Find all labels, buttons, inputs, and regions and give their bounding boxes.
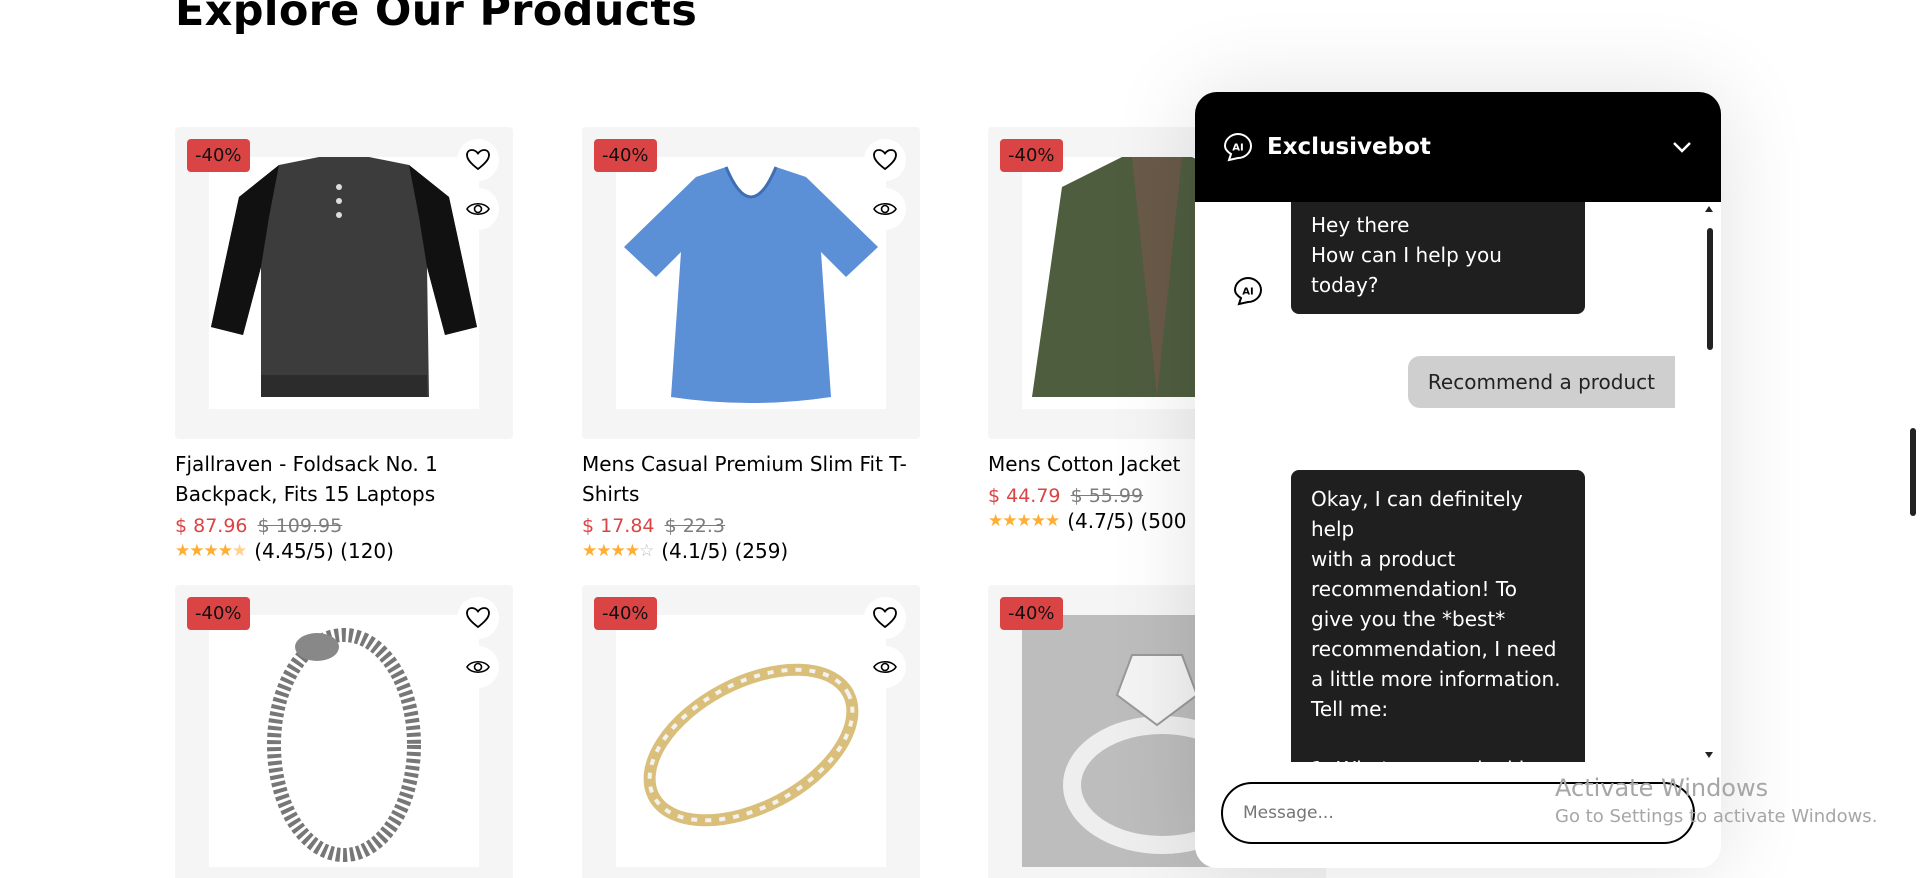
message-line: Tell me: <box>1311 697 1389 721</box>
rating-text: (4.45/5) (120) <box>254 539 394 563</box>
product-old-price: $ 22.3 <box>664 515 726 537</box>
star-rating-icon: ★★★★★ <box>988 511 1060 531</box>
wishlist-heart-icon[interactable] <box>457 597 499 639</box>
product-old-price: $ 55.99 <box>1070 485 1144 507</box>
discount-badge: -40% <box>1000 597 1063 630</box>
chat-scrollbar[interactable] <box>1707 228 1713 350</box>
product-old-price: $ 109.95 <box>257 515 343 537</box>
message-line: recommendation! To <box>1311 577 1517 601</box>
product-name[interactable]: Fjallraven - Foldsack No. 1 Backpack, Fi… <box>175 449 513 509</box>
message-line: Okay, I can definitely help <box>1311 487 1523 541</box>
wishlist-heart-icon[interactable] <box>864 597 906 639</box>
product-card[interactable]: -40% <box>582 585 920 878</box>
rating-text: (4.1/5) (259) <box>661 539 789 563</box>
product-card[interactable]: -40% Mens Casual Premium Slim Fit T-Shir… <box>582 127 920 563</box>
product-card[interactable]: -40% Fjallraven - Foldsack No. 1 Backpac… <box>175 127 513 563</box>
price-line: $ 17.84 $ 22.3 <box>582 515 920 537</box>
bot-message: Okay, I can definitely help with a produ… <box>1291 470 1585 762</box>
rating-line: ★★★★☆ (4.1/5) (259) <box>582 539 920 563</box>
chatbot-panel: AI Exclusivebot Hey there How can I help… <box>1195 92 1721 868</box>
bot-message: Hey there How can I help you today? <box>1291 202 1585 314</box>
watermark-line: Go to Settings to activate Windows. <box>1555 806 1878 827</box>
message-line: give you the *best* <box>1311 607 1506 631</box>
ai-bot-icon: AI <box>1223 132 1253 162</box>
windows-activation-watermark: Activate Windows Go to Settings to activ… <box>1555 774 1877 827</box>
section-title: Explore Our Products <box>175 0 698 36</box>
rating-text: (4.7/5) (500 <box>1067 509 1187 533</box>
product-price: $ 17.84 <box>582 515 655 537</box>
product-price: $ 44.79 <box>988 485 1061 507</box>
wishlist-heart-icon[interactable] <box>864 139 906 181</box>
message-line: recommendation, I need <box>1311 637 1557 661</box>
chat-header[interactable]: AI Exclusivebot <box>1195 92 1721 202</box>
product-image <box>616 615 886 867</box>
quick-view-eye-icon[interactable] <box>457 646 499 688</box>
product-image-box[interactable]: -40% <box>175 585 513 878</box>
product-image <box>616 157 886 409</box>
message-line <box>1311 724 1565 754</box>
discount-badge: -40% <box>187 597 250 630</box>
discount-badge: -40% <box>594 597 657 630</box>
svg-text:AI: AI <box>1242 287 1253 298</box>
chat-messages[interactable]: Hey there How can I help you today? AI R… <box>1195 202 1721 762</box>
message-line: Hey there <box>1311 213 1410 237</box>
message-line: How can I help you <box>1311 243 1502 267</box>
scroll-up-arrow-icon[interactable] <box>1705 206 1713 212</box>
watermark-line: Activate Windows <box>1555 774 1769 802</box>
user-message: Recommend a product <box>1407 356 1675 408</box>
product-image-box[interactable]: -40% <box>582 585 920 878</box>
rating-line: ★★★★★ (4.45/5) (120) <box>175 539 513 563</box>
quick-view-eye-icon[interactable] <box>864 646 906 688</box>
star-rating-icon: ★★★★☆ <box>582 541 654 561</box>
product-name[interactable]: Mens Casual Premium Slim Fit T-Shirts <box>582 449 920 509</box>
product-image <box>209 157 479 409</box>
product-image-box[interactable]: -40% <box>175 127 513 439</box>
message-line: today? <box>1311 273 1379 297</box>
svg-text:AI: AI <box>1232 143 1243 154</box>
product-image-box[interactable]: -40% <box>582 127 920 439</box>
message-line: 1. What are you looking <box>1311 754 1565 762</box>
discount-badge: -40% <box>1000 139 1063 172</box>
discount-badge: -40% <box>594 139 657 172</box>
quick-view-eye-icon[interactable] <box>457 188 499 230</box>
chat-title: Exclusivebot <box>1267 134 1431 160</box>
scroll-down-arrow-icon[interactable] <box>1705 752 1713 758</box>
message-line: a little more information. <box>1311 667 1561 691</box>
star-rating-icon: ★★★★★ <box>175 541 247 561</box>
wishlist-heart-icon[interactable] <box>457 139 499 181</box>
quick-view-eye-icon[interactable] <box>864 188 906 230</box>
page-scrollbar[interactable] <box>1910 428 1916 516</box>
product-price: $ 87.96 <box>175 515 248 537</box>
product-card[interactable]: -40% <box>175 585 513 878</box>
product-image <box>209 615 479 867</box>
chevron-down-icon[interactable] <box>1671 140 1693 154</box>
bot-avatar-icon: AI <box>1233 276 1263 306</box>
discount-badge: -40% <box>187 139 250 172</box>
price-line: $ 87.96 $ 109.95 <box>175 515 513 537</box>
message-line: with a product <box>1311 547 1456 571</box>
